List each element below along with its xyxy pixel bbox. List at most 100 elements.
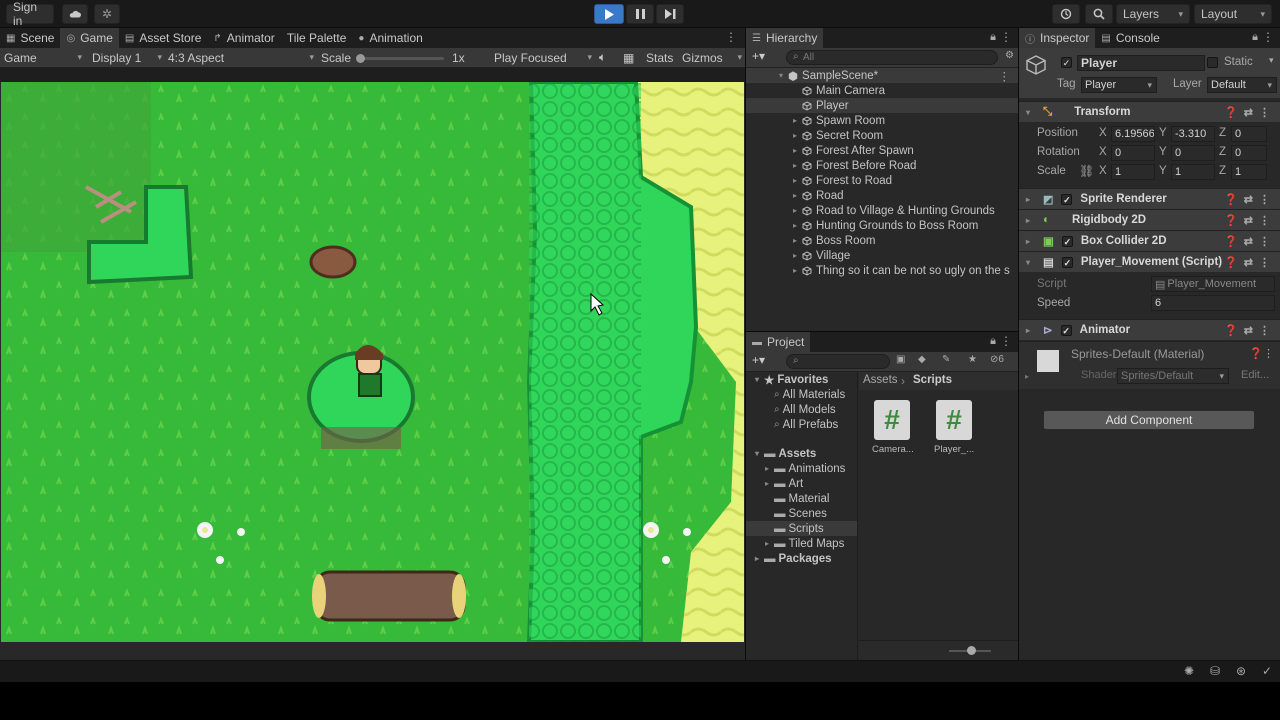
asset-folder[interactable]: ▬ Scripts (746, 521, 857, 536)
tab-project[interactable]: ▬ Project (746, 332, 811, 352)
add-icon[interactable]: +▾ (752, 49, 765, 63)
script-field[interactable]: ▤ Player_Movement (1151, 276, 1275, 292)
history-icon[interactable] (1052, 4, 1080, 24)
hierarchy-item[interactable]: Player (746, 98, 1018, 113)
tab-animator[interactable]: ↱ Animator (207, 28, 280, 48)
component-checkbox[interactable]: ✓ (1061, 235, 1073, 247)
hierarchy-item[interactable]: ▸ Hunting Grounds to Boss Room (746, 218, 1018, 233)
scale-x-field[interactable]: 1 (1111, 164, 1155, 180)
sign-in-button[interactable]: Sign in (6, 0, 54, 28)
fold-arrow-icon[interactable]: ▸ (790, 131, 800, 140)
hierarchy-item[interactable]: ▸ Forest to Road (746, 173, 1018, 188)
tab-tile-palette[interactable]: Tile Palette (281, 28, 353, 48)
bug-icon[interactable]: ⊛ (1236, 664, 1246, 678)
audio-icon[interactable]: 🔈︎ (599, 50, 606, 65)
active-checkbox[interactable]: ✓ (1061, 57, 1072, 68)
fold-arrow-icon[interactable]: ▸ (762, 464, 772, 473)
position-z-field[interactable]: 0 (1231, 126, 1267, 142)
play-button[interactable] (594, 4, 624, 24)
transform-header[interactable]: ▾ ⤡ Transform ❓⇄⋮ (1019, 101, 1280, 122)
favorite-item[interactable]: ⌕ All Materials (746, 387, 857, 402)
favorites-header[interactable]: ▾ ★ Favorites (746, 372, 857, 387)
fold-arrow-icon[interactable]: ▸ (790, 251, 800, 260)
pause-button[interactable] (626, 4, 654, 24)
game-mode-dropdown[interactable]: Game (4, 51, 82, 65)
more-icon[interactable]: ⋮ (1000, 334, 1012, 348)
speed-field[interactable]: 6 (1151, 295, 1275, 311)
tab-asset-store[interactable]: ▤ Asset Store (119, 28, 207, 48)
debug-icon[interactable]: ✺ (1184, 664, 1194, 678)
cache-icon[interactable]: ⛁ (1210, 664, 1220, 678)
tag-icon[interactable]: ✎ (942, 354, 950, 365)
static-checkbox[interactable] (1207, 57, 1218, 68)
play-mode-dropdown[interactable]: Play Focused (494, 51, 592, 65)
tab-scene[interactable]: ▦ Scene (0, 28, 60, 48)
hidden-packages-icon[interactable]: ⊘6 (990, 354, 1004, 365)
fold-arrow-icon[interactable]: ▸ (790, 266, 800, 275)
hierarchy-item[interactable]: ▸ Forest After Spawn (746, 143, 1018, 158)
breadcrumb-scripts[interactable]: Scripts (913, 374, 952, 386)
lock-icon[interactable]: 🔒︎ (1252, 31, 1258, 44)
rotation-z-field[interactable]: 0 (1231, 145, 1267, 161)
add-icon[interactable]: +▾ (752, 353, 765, 367)
material-help-icon[interactable]: ❓⋮ (1249, 347, 1274, 360)
stats-button[interactable]: Stats (646, 51, 673, 65)
favorite-item[interactable]: ⌕ All Models (746, 402, 857, 417)
tab-inspector[interactable]: ⓘ Inspector (1019, 28, 1096, 48)
tab-animation[interactable]: ● Animation (352, 28, 428, 48)
component-actions[interactable]: ❓⇄⋮ (1224, 324, 1276, 337)
fold-arrow-icon[interactable]: ▸ (790, 146, 800, 155)
fold-arrow-icon[interactable]: ▸ (790, 236, 800, 245)
fold-arrow-icon[interactable]: ▸ (790, 206, 800, 215)
cloud-icon[interactable] (62, 4, 88, 24)
star-icon[interactable]: ★ (968, 354, 977, 365)
scale-z-field[interactable]: 1 (1231, 164, 1267, 180)
component-actions[interactable]: ❓⇄⋮ (1224, 193, 1276, 206)
component-actions[interactable]: ❓⇄⋮ (1224, 235, 1276, 248)
hierarchy-item[interactable]: ▸ Boss Room (746, 233, 1018, 248)
script-file-camera[interactable]: # Camera... (872, 400, 914, 455)
favorite-item[interactable]: ⌕ All Prefabs (746, 417, 857, 432)
display-dropdown[interactable]: Display 1 (92, 51, 162, 65)
packages-header[interactable]: ▸ ▬ Packages (746, 551, 857, 566)
breadcrumb-assets[interactable]: Assets (863, 374, 898, 386)
object-name-field[interactable]: Player (1077, 55, 1205, 71)
hierarchy-item[interactable]: ▸ Village (746, 248, 1018, 263)
scale-y-field[interactable]: 1 (1171, 164, 1215, 180)
collab-icon[interactable]: ✲ (94, 4, 120, 24)
layer-dropdown[interactable]: Default (1207, 77, 1277, 93)
fold-arrow-icon[interactable]: ▸ (762, 539, 772, 548)
asset-folder[interactable]: ▸ ▬ Art (746, 476, 857, 491)
hierarchy-item[interactable]: ▸ Spawn Room (746, 113, 1018, 128)
player-movement-header[interactable]: ▾ ▤ ✓ Player_Movement (Script) ❓⇄⋮ (1019, 251, 1280, 272)
gizmos-dropdown[interactable]: Gizmos (682, 51, 742, 65)
step-button[interactable] (656, 4, 684, 24)
hierarchy-item[interactable]: ▸ Thing so it can be not so ugly on the s (746, 263, 1018, 278)
more-icon[interactable]: ⋮ (1000, 30, 1012, 44)
hierarchy-item[interactable]: ▸ Secret Room (746, 128, 1018, 143)
fold-arrow-icon[interactable]: ▾ (776, 71, 786, 80)
asset-folder[interactable]: ▬ Scenes (746, 506, 857, 521)
game-view[interactable] (1, 82, 744, 642)
component-checkbox[interactable]: ✓ (1060, 324, 1072, 336)
fold-arrow-icon[interactable]: ▸ (1025, 372, 1029, 381)
asset-folder[interactable]: ▸ ▬ Tiled Maps (746, 536, 857, 551)
box-collider-2d-header[interactable]: ▸ ▣ ✓ Box Collider 2D ❓⇄⋮ (1019, 230, 1280, 251)
fold-arrow-icon[interactable]: ▾ (1023, 108, 1033, 117)
more-icon[interactable]: ⋮ (725, 30, 737, 44)
lock-icon[interactable]: 🔒︎ (990, 31, 996, 44)
tag-dropdown[interactable]: Player (1081, 77, 1157, 93)
scale-slider[interactable] (356, 54, 444, 63)
hierarchy-item[interactable]: ▸ Road (746, 188, 1018, 203)
hierarchy-item[interactable]: Main Camera (746, 83, 1018, 98)
rotation-y-field[interactable]: 0 (1171, 145, 1215, 161)
layers-dropdown[interactable]: Layers (1116, 4, 1190, 24)
hierarchy-search-input[interactable]: ⌕ All (786, 50, 998, 65)
asset-folder[interactable]: ▸ ▬ Animations (746, 461, 857, 476)
stats-grid-icon[interactable]: ▦ (623, 51, 634, 65)
component-actions[interactable]: ❓⇄⋮ (1224, 256, 1276, 269)
sprite-renderer-header[interactable]: ▸ ◩ ✓ Sprite Renderer ❓⇄⋮ (1019, 188, 1280, 209)
component-actions[interactable]: ❓⇄⋮ (1224, 214, 1276, 227)
tab-game[interactable]: ◎ Game (60, 28, 119, 48)
fold-arrow-icon[interactable]: ▸ (790, 176, 800, 185)
